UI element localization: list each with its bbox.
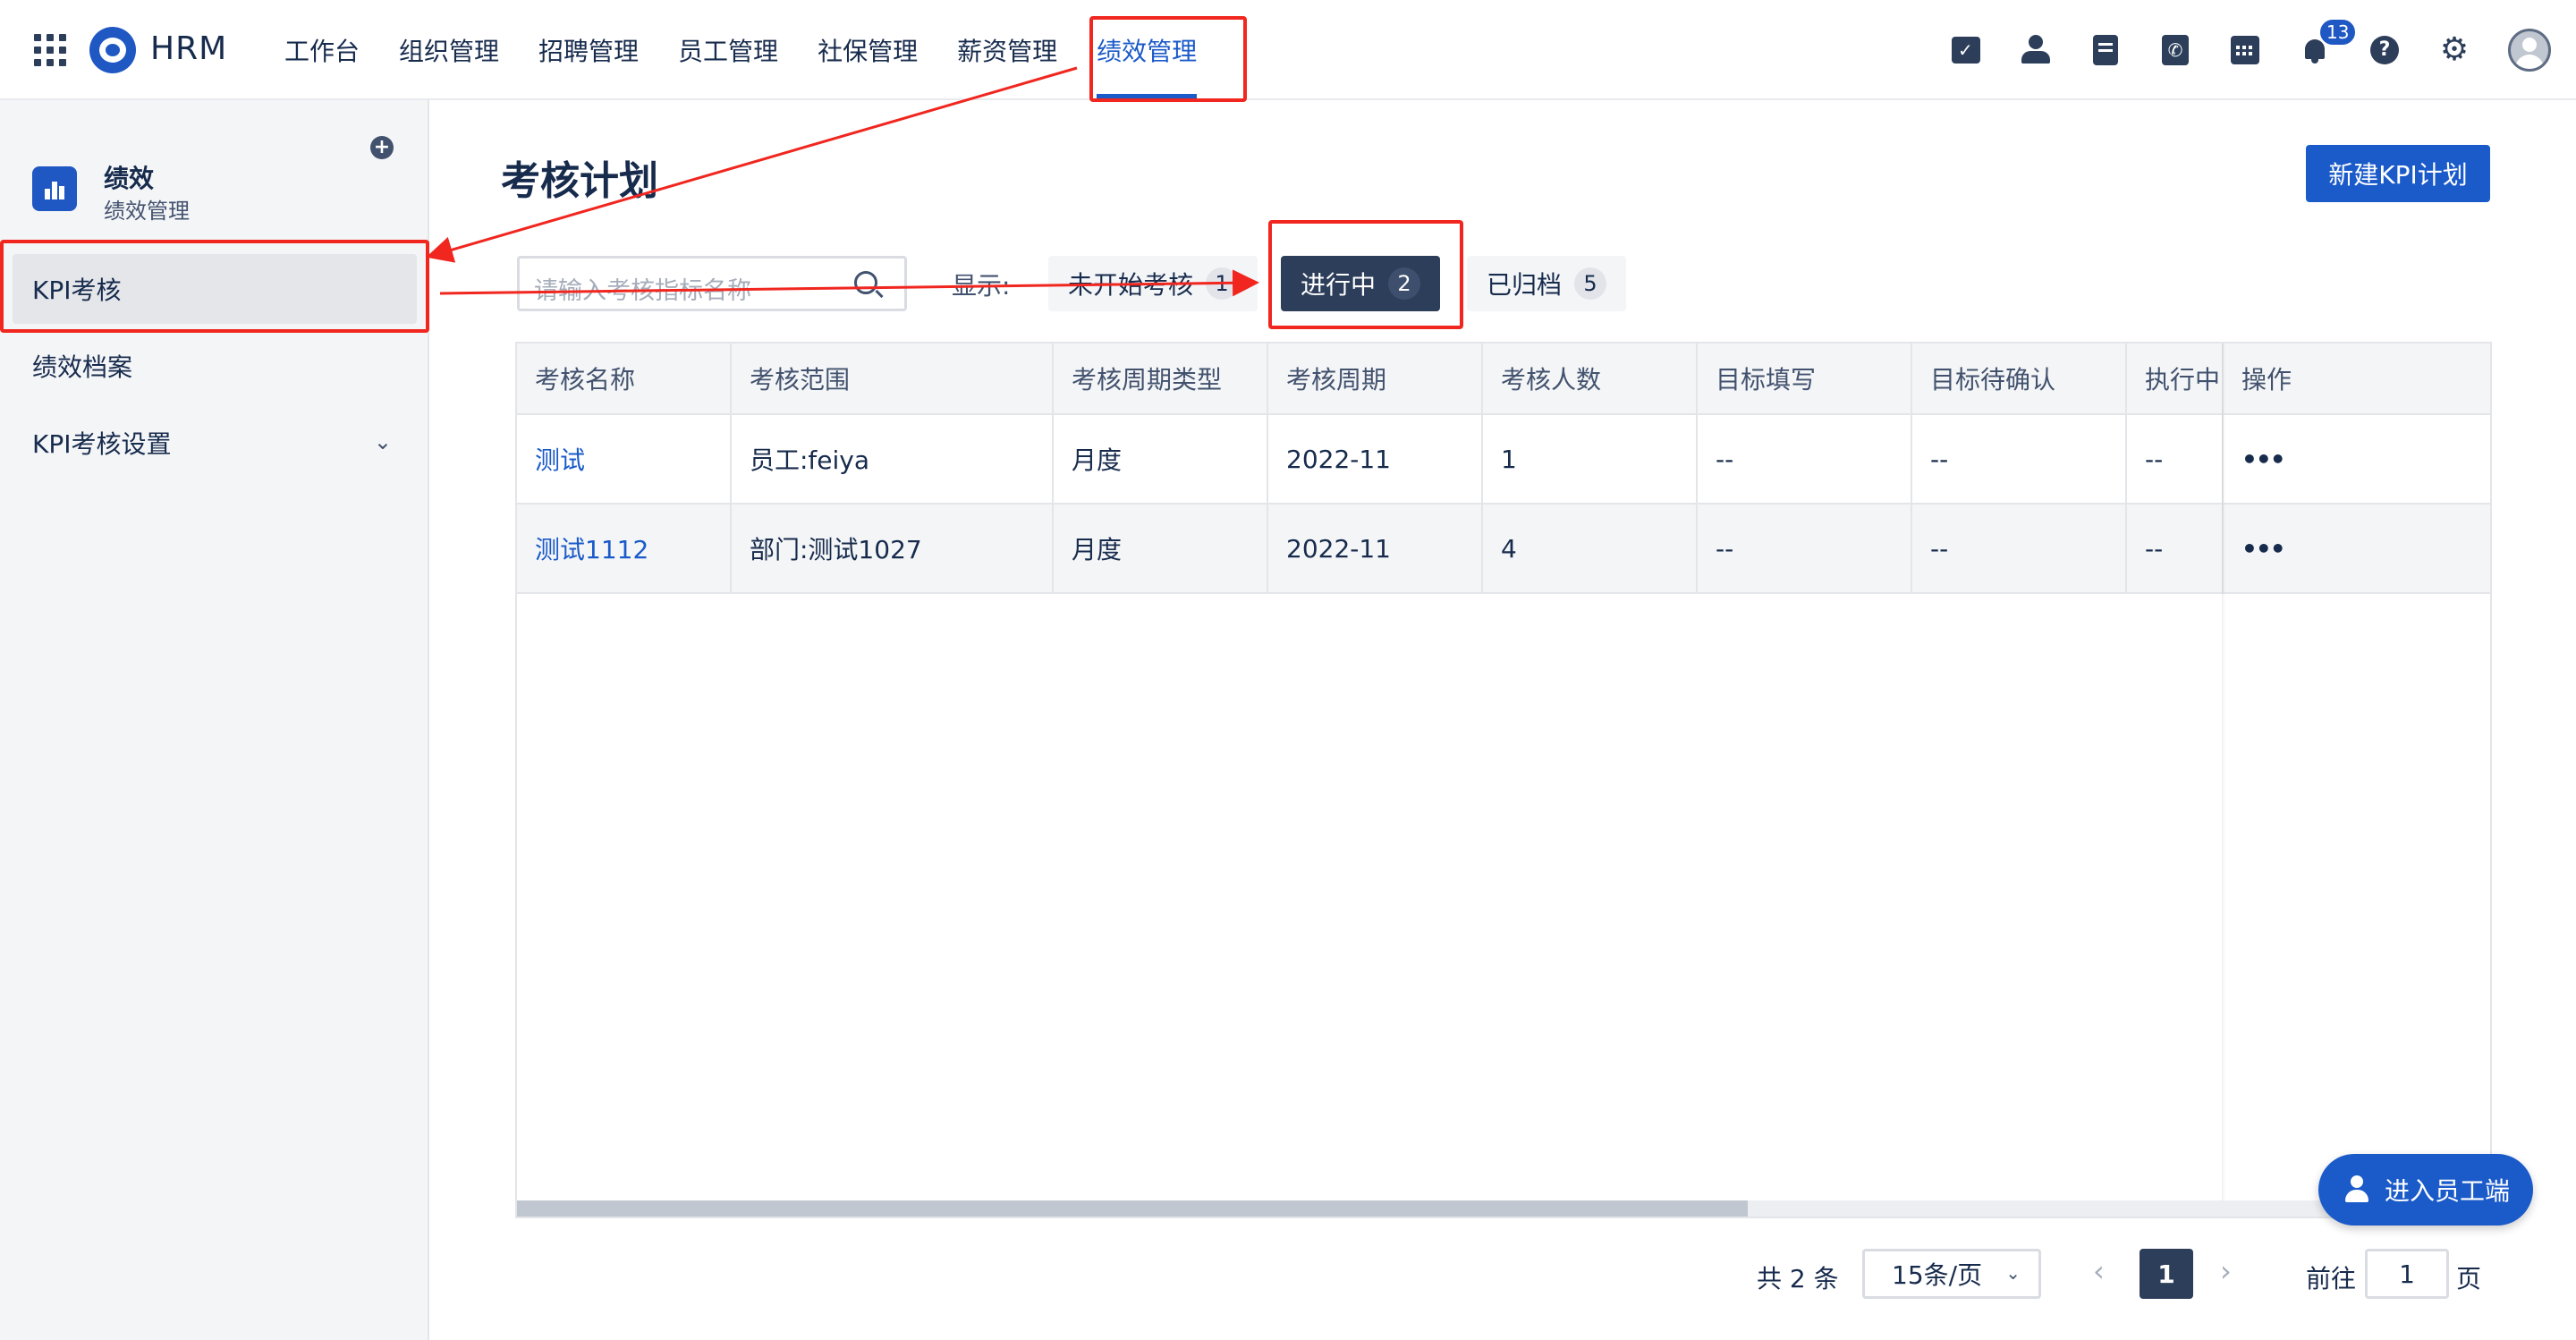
user-icon bbox=[2343, 1175, 2370, 1204]
search-icon[interactable] bbox=[854, 271, 877, 294]
help-icon[interactable]: ? bbox=[2368, 34, 2401, 66]
page-title: 考核计划 bbox=[501, 158, 658, 204]
notification-badge: 13 bbox=[2318, 18, 2358, 47]
filter-option-label: 已归档 bbox=[1487, 270, 1563, 300]
nav-item-employees[interactable]: 员工管理 bbox=[658, 0, 798, 100]
column-header: 考核周期 bbox=[1268, 343, 1483, 413]
page-size-value: 15条/页 bbox=[1892, 1260, 1983, 1290]
column-header: 考核周期类型 bbox=[1054, 343, 1268, 413]
sidebar-item-performance-archive[interactable]: 绩效档案 bbox=[13, 331, 417, 401]
table-cell: -- bbox=[2127, 505, 2224, 592]
table-cell: -- bbox=[2127, 415, 2224, 503]
table-row: 测试1112 部门:测试1027 月度 2022-11 4 -- -- -- •… bbox=[517, 505, 2490, 594]
table-cell: 月度 bbox=[1054, 505, 1268, 592]
table-header: 考核名称 考核范围 考核周期类型 考核周期 考核人数 目标填写 目标待确认 执行… bbox=[517, 343, 2490, 415]
annotation-box-filter bbox=[1268, 220, 1463, 329]
column-header: 考核人数 bbox=[1483, 343, 1698, 413]
add-circle-icon[interactable]: + bbox=[370, 136, 394, 159]
nav-item-workbench[interactable]: 工作台 bbox=[265, 0, 379, 100]
sidebar-subtitle: 绩效管理 bbox=[104, 199, 190, 224]
filter-option-label: 未开始考核 bbox=[1068, 270, 1194, 300]
schedule-icon[interactable] bbox=[2229, 34, 2261, 66]
table-row: 测试 员工:feiya 月度 2022-11 1 -- -- -- ••• bbox=[517, 415, 2490, 505]
filter-archived-button[interactable]: 已归档 5 bbox=[1467, 256, 1627, 311]
plan-name-link[interactable]: 测试1112 bbox=[517, 505, 732, 592]
table-cell: ••• bbox=[2224, 415, 2490, 503]
table-cell: 4 bbox=[1483, 505, 1698, 592]
bar-chart-icon bbox=[32, 166, 77, 211]
table-cell: 部门:测试1027 bbox=[732, 505, 1054, 592]
filter-label: 显示: bbox=[952, 271, 1011, 301]
gear-icon[interactable]: ⚙ bbox=[2438, 34, 2470, 66]
table-cell: 月度 bbox=[1054, 415, 1268, 503]
page-size-select[interactable]: 15条/页 ⌄ bbox=[1862, 1249, 2041, 1299]
chevron-down-icon: ⌄ bbox=[2005, 1262, 2021, 1284]
new-kpi-plan-button[interactable]: 新建KPI计划 bbox=[2306, 145, 2490, 202]
sidebar-item-label: 绩效档案 bbox=[32, 352, 133, 382]
more-actions-icon[interactable]: ••• bbox=[2241, 534, 2286, 564]
table-cell: 员工:feiya bbox=[732, 415, 1054, 503]
horizontal-scrollbar-thumb[interactable] bbox=[517, 1200, 1748, 1217]
pagination-total: 共 2 条 bbox=[1757, 1264, 1839, 1293]
chevron-down-icon: ⌄ bbox=[373, 429, 392, 454]
top-header: HRM 工作台 组织管理 招聘管理 员工管理 社保管理 薪资管理 绩效管理 ✆ … bbox=[0, 0, 2576, 100]
table-cell: -- bbox=[1698, 415, 1912, 503]
fab-label: 进入员工端 bbox=[2385, 1176, 2511, 1206]
next-page-button[interactable]: › bbox=[2220, 1254, 2232, 1288]
filter-not-started-button[interactable]: 未开始考核 1 bbox=[1048, 256, 1258, 311]
column-header: 操作 bbox=[2241, 365, 2292, 394]
search-placeholder: 请输入考核指标名称 bbox=[534, 277, 751, 305]
current-page-button[interactable]: 1 bbox=[2140, 1249, 2193, 1299]
annotation-box-sidebar bbox=[0, 240, 429, 333]
table-cell: 2022-11 bbox=[1268, 505, 1483, 592]
main-nav: 工作台 组织管理 招聘管理 员工管理 社保管理 薪资管理 绩效管理 bbox=[265, 0, 1216, 100]
brand-name: HRM bbox=[150, 30, 228, 67]
apps-grid-icon[interactable] bbox=[34, 34, 66, 66]
document-icon[interactable] bbox=[2089, 34, 2122, 66]
table-cell: ••• bbox=[2224, 505, 2490, 592]
phone-icon[interactable]: ✆ bbox=[2159, 34, 2191, 66]
user-icon[interactable] bbox=[2020, 34, 2052, 66]
nav-item-recruitment[interactable]: 招聘管理 bbox=[519, 0, 658, 100]
more-actions-icon[interactable]: ••• bbox=[2241, 445, 2286, 474]
goto-page-input[interactable]: 1 bbox=[2365, 1249, 2449, 1299]
table-cell: 2022-11 bbox=[1268, 415, 1483, 503]
column-header: 考核名称 bbox=[517, 343, 732, 413]
nav-item-payroll[interactable]: 薪资管理 bbox=[937, 0, 1077, 100]
filter-count-badge: 1 bbox=[1206, 267, 1239, 300]
table-cell: 1 bbox=[1483, 415, 1698, 503]
calendar-check-icon[interactable] bbox=[1950, 34, 1982, 66]
prev-page-button[interactable]: ‹ bbox=[2093, 1254, 2105, 1288]
filter-count-badge: 5 bbox=[1574, 267, 1607, 300]
header-toolbar: ✆ 13 ? ⚙ bbox=[1950, 18, 2551, 75]
sidebar-item-kpi-settings[interactable]: KPI考核设置 ⌄ bbox=[13, 408, 417, 478]
column-header: 目标填写 bbox=[1698, 343, 1912, 413]
annotation-box-nav bbox=[1089, 16, 1247, 102]
review-plan-table: 考核名称 考核范围 考核周期类型 考核周期 考核人数 目标填写 目标待确认 执行… bbox=[515, 342, 2492, 1218]
bell-icon[interactable]: 13 bbox=[2299, 18, 2358, 66]
goto-unit-label: 页 bbox=[2456, 1264, 2482, 1293]
column-header: 考核范围 bbox=[732, 343, 1054, 413]
table-cell: -- bbox=[1912, 505, 2127, 592]
sidebar-title: 绩效 bbox=[104, 164, 155, 193]
table-cell: -- bbox=[1698, 505, 1912, 592]
goto-label: 前往 bbox=[2306, 1264, 2357, 1293]
search-input[interactable]: 请输入考核指标名称 bbox=[517, 256, 907, 311]
nav-item-social-security[interactable]: 社保管理 bbox=[798, 0, 937, 100]
logo-icon bbox=[89, 27, 136, 73]
fixed-column-divider bbox=[2222, 343, 2225, 1217]
nav-item-organization[interactable]: 组织管理 bbox=[379, 0, 519, 100]
enter-employee-portal-button[interactable]: 进入员工端 bbox=[2318, 1154, 2533, 1226]
column-header: 执行中 bbox=[2127, 343, 2224, 413]
sidebar-item-label: KPI考核设置 bbox=[32, 429, 172, 459]
table-cell: -- bbox=[1912, 415, 2127, 503]
plan-name-link[interactable]: 测试 bbox=[517, 415, 732, 503]
column-header: 目标待确认 bbox=[1912, 343, 2127, 413]
avatar[interactable] bbox=[2508, 29, 2551, 72]
